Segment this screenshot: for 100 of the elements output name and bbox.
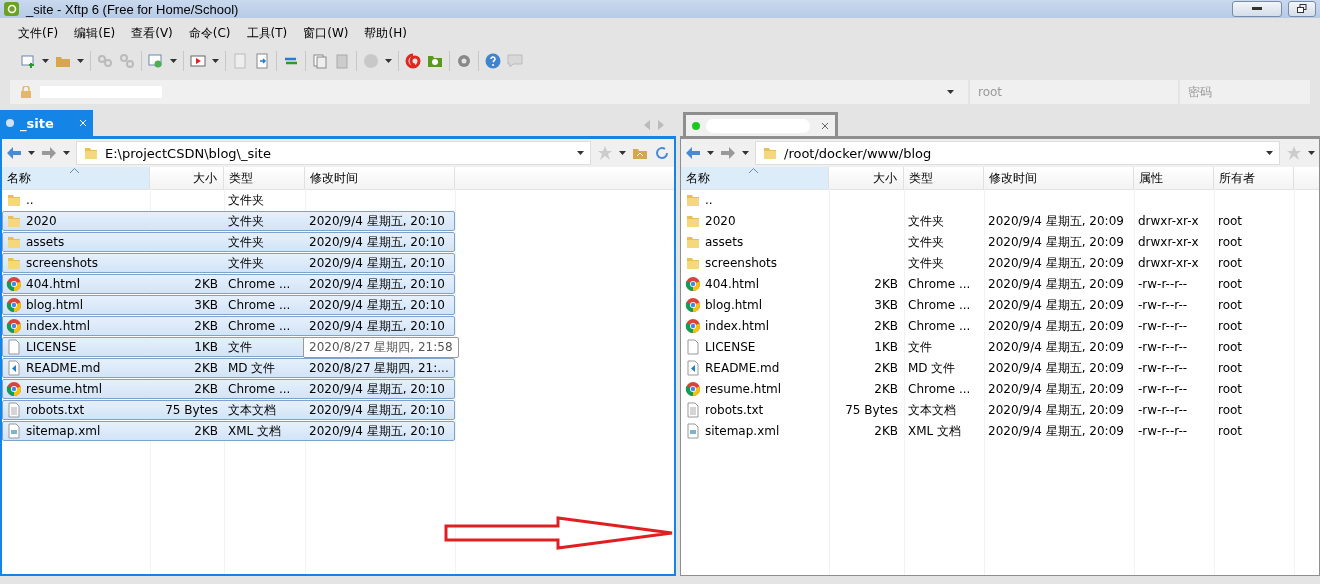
table-cell: 2020/9/4 星期五, 20:10: [309, 275, 445, 293]
menu-item[interactable]: 编辑(E): [66, 24, 124, 42]
menu-item[interactable]: 工具(T): [238, 24, 296, 42]
file-name[interactable]: LICENSE: [705, 340, 756, 354]
column-header[interactable]: 属性: [1134, 167, 1214, 189]
menu-item[interactable]: 命令(C): [180, 24, 239, 42]
table-cell: root: [1218, 361, 1243, 375]
settings-icon: [456, 53, 472, 69]
table-cell: 文本文档: [228, 401, 276, 419]
column-header[interactable]: 类型: [904, 167, 984, 189]
folder-icon: [6, 192, 22, 208]
file-name[interactable]: blog.html: [705, 298, 763, 312]
file-name[interactable]: index.html: [26, 319, 90, 333]
new-session-icon: [20, 53, 36, 69]
restore-button[interactable]: [1288, 1, 1316, 17]
file-name[interactable]: index.html: [705, 319, 769, 333]
file-name[interactable]: robots.txt: [26, 403, 85, 417]
star-icon: [1286, 145, 1302, 161]
table-cell: 2KB: [194, 361, 218, 375]
table-cell: 2020/9/4 星期五, 20:09: [988, 359, 1124, 377]
file-name[interactable]: README.md: [26, 361, 101, 375]
table-cell: Chrome ...: [228, 319, 291, 333]
file-name[interactable]: README.md: [705, 361, 780, 375]
table-cell: 文件: [908, 338, 932, 356]
file-name[interactable]: 404.html: [705, 277, 760, 291]
file-name[interactable]: blog.html: [26, 298, 84, 312]
table-cell: 1KB: [874, 340, 898, 354]
path-field[interactable]: /root/docker/www/blog: [755, 141, 1280, 165]
sort-icon: [749, 168, 758, 173]
column-header[interactable]: 类型: [224, 167, 305, 189]
scroll-right-icon: [658, 120, 664, 130]
window-title: _site - Xftp 6 (Free for Home/School): [26, 1, 239, 17]
file-name[interactable]: robots.txt: [705, 403, 764, 417]
file-name[interactable]: screenshots: [705, 256, 778, 270]
table-cell: Chrome ...: [908, 298, 971, 312]
file-name[interactable]: resume.html: [26, 382, 103, 396]
paste-icon: [334, 53, 350, 69]
table-cell: 2020/9/4 星期五, 20:10: [309, 233, 445, 251]
folder-icon: [685, 234, 701, 250]
folder-icon: [6, 255, 22, 271]
code-file-icon: [685, 360, 701, 376]
menu-item[interactable]: 查看(V): [123, 24, 181, 42]
caret-icon: [1266, 151, 1273, 155]
file-name[interactable]: sitemap.xml: [26, 424, 101, 438]
table-cell: root: [1218, 298, 1243, 312]
column-header[interactable]: 名称: [681, 167, 829, 189]
session-tab[interactable]: [683, 112, 838, 136]
file-name[interactable]: 2020: [705, 214, 736, 228]
file-name[interactable]: sitemap.xml: [705, 424, 780, 438]
column-header[interactable]: 修改时间: [984, 167, 1134, 189]
file-name[interactable]: 2020: [26, 214, 57, 228]
column-header[interactable]: 所有者: [1214, 167, 1294, 189]
column-header[interactable]: 大小: [829, 167, 904, 189]
file-name[interactable]: ..: [705, 193, 713, 207]
text-file-icon: [6, 402, 22, 418]
path-field[interactable]: E:\projectCSDN\blog\_site: [76, 141, 591, 165]
file-name[interactable]: assets: [705, 235, 744, 249]
file-name[interactable]: screenshots: [26, 256, 99, 270]
caret-icon: [619, 151, 626, 155]
table-cell: Chrome ...: [228, 298, 291, 312]
caret-icon: [212, 59, 219, 63]
column-header[interactable]: 修改时间: [305, 167, 455, 189]
file-name[interactable]: 404.html: [26, 277, 81, 291]
chrome-icon: [6, 318, 22, 334]
table-cell: 文件夹: [228, 233, 264, 251]
close-icon: [79, 119, 87, 127]
caret-icon: [28, 151, 35, 155]
table-cell: Chrome ...: [908, 382, 971, 396]
minimize-button[interactable]: [1232, 1, 1282, 17]
chrome-icon: [685, 276, 701, 292]
spiral-icon: [405, 53, 421, 69]
menu-item[interactable]: 文件(F): [10, 24, 67, 42]
table-cell: -rw-r--r--: [1138, 277, 1188, 291]
file-name[interactable]: resume.html: [705, 382, 782, 396]
session-tab[interactable]: _site: [0, 110, 93, 136]
table-cell: drwxr-xr-x: [1138, 214, 1199, 228]
page-right-icon: [254, 53, 270, 69]
close-icon: [821, 121, 829, 130]
file-name[interactable]: assets: [26, 235, 65, 249]
file-name[interactable]: LICENSE: [26, 340, 77, 354]
settings-window-icon: [148, 53, 164, 69]
file-name[interactable]: ..: [26, 193, 34, 207]
unlink-icon: [119, 53, 135, 69]
caret-icon: [63, 151, 70, 155]
table-cell: 3KB: [194, 298, 218, 312]
chrome-icon: [6, 297, 22, 313]
minimize-icon: [1252, 7, 1262, 11]
column-header[interactable]: 大小: [150, 167, 224, 189]
menu-item[interactable]: 窗口(W): [295, 24, 357, 42]
lock-icon: [20, 86, 32, 98]
table-cell: 2KB: [194, 277, 218, 291]
table-cell: -rw-r--r--: [1138, 424, 1188, 438]
table-cell: 2020/9/4 星期五, 20:10: [309, 296, 445, 314]
menu-item[interactable]: 帮助(H): [356, 24, 415, 42]
help-icon: [485, 53, 501, 69]
table-cell: 2KB: [874, 361, 898, 375]
table-cell: 2020/9/4 星期五, 20:09: [988, 254, 1124, 272]
chrome-icon: [685, 297, 701, 313]
column-header[interactable]: 名称: [2, 167, 150, 189]
refresh-icon: [654, 145, 670, 161]
